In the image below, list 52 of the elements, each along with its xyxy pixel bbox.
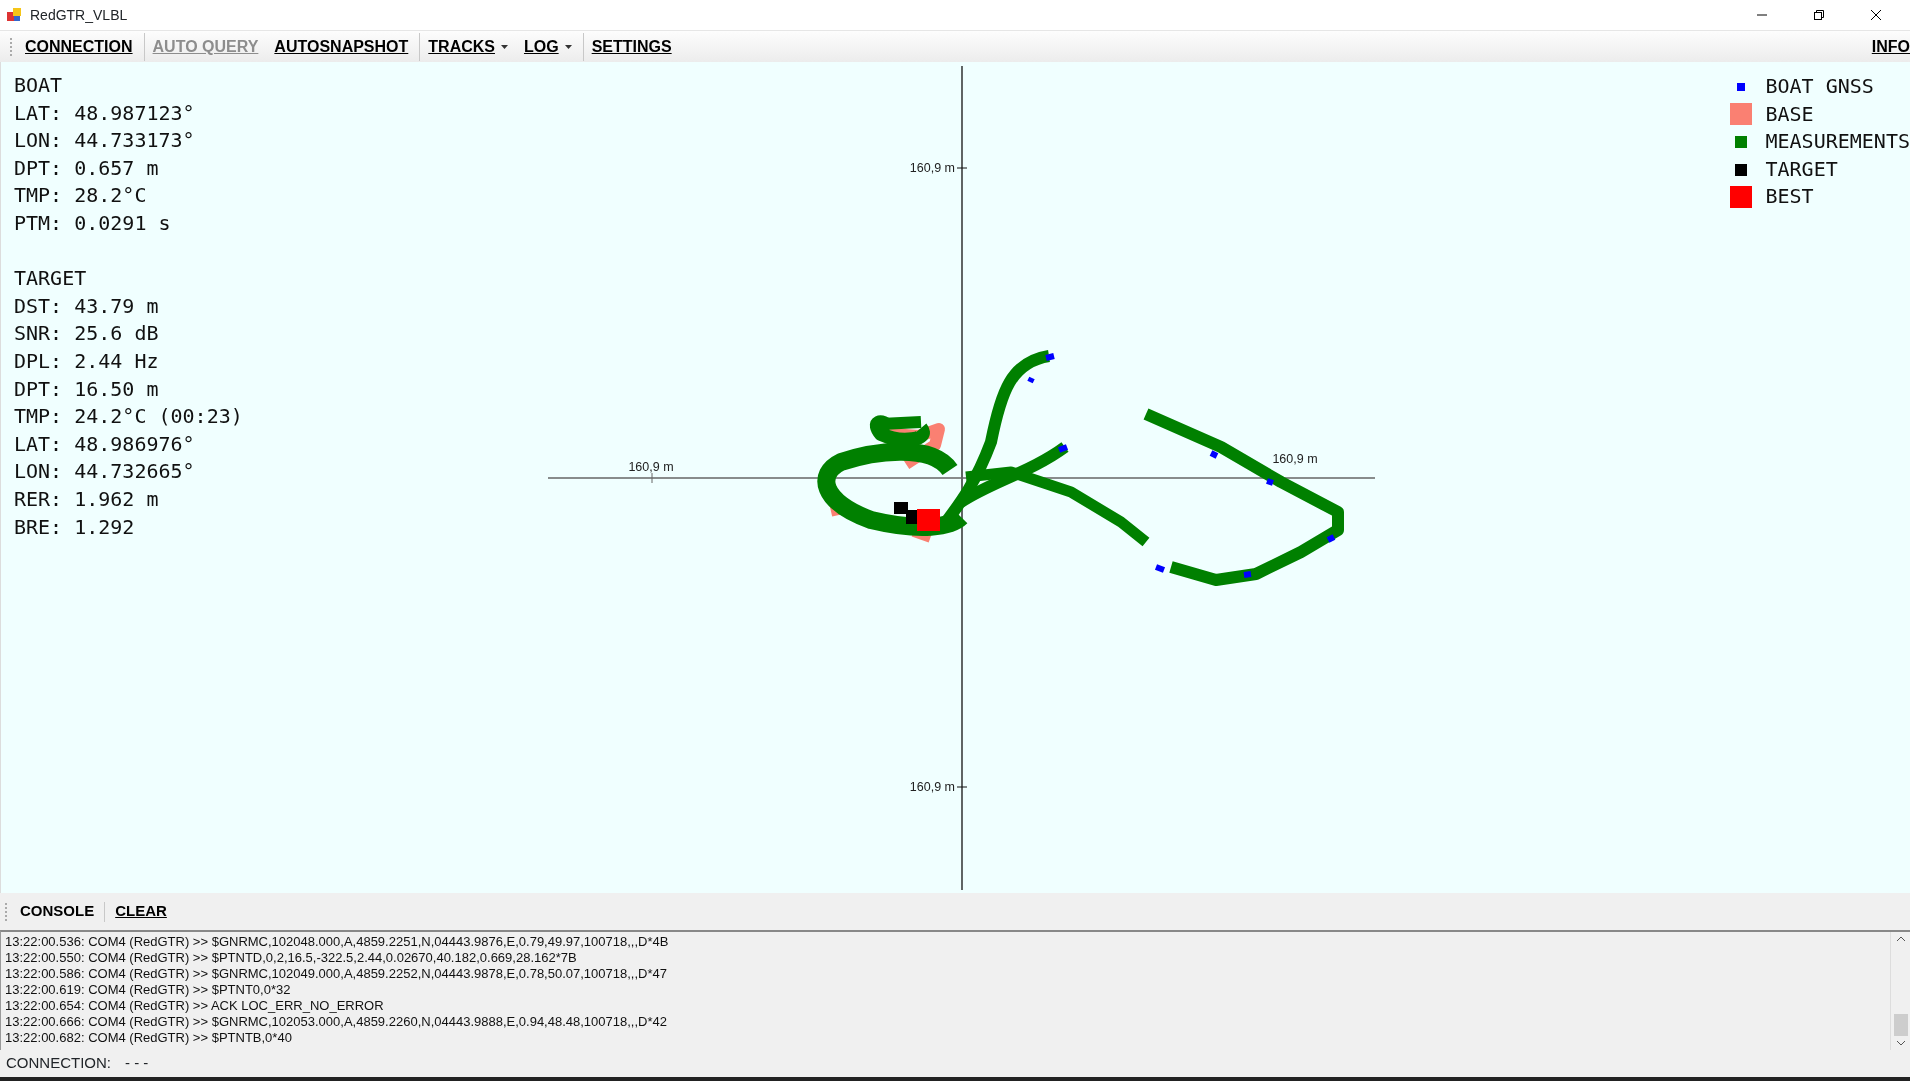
caret-icon [500,44,508,49]
info-line: SNR: 25.6 dB [14,320,160,348]
clear-button[interactable]: CLEAR [107,898,175,925]
menu-item[interactable]: SETTINGS [582,32,680,61]
info-line: TMP: 24.2°C (00:23) [14,403,243,431]
legend-label: BEST [1765,183,1814,211]
info-line: LAT: 48.986976° [14,430,196,458]
menu-item[interactable]: CONNECTION [17,32,141,61]
console-line: 13:22:00.550: COM4 (RedGTR) >> $PTNTD,0,2,16.5,-322.5,2.44,0.02670,40.182,0.669,28.162*7B [5,950,578,966]
scroll-down-icon[interactable] [1895,1040,1906,1046]
info-line: RER: 1.962 m [14,485,160,513]
info-line: LON: 44.732665° [14,458,196,486]
info-line: DPL: 2.44 Hz [14,347,160,375]
status-value: - - - [125,1053,149,1074]
menu-item[interactable]: TRACKS [419,32,516,61]
legend-label: TARGET [1765,155,1838,183]
console-label: CONSOLE [19,901,96,922]
legend-label: MEASUREMENTS [1765,128,1910,156]
best-point-marker [917,509,940,531]
menu-item[interactable]: AUTOSNAPSHOT [266,32,417,61]
axis-label: 160,9 m [1272,452,1318,466]
section-title: TARGET [14,265,88,293]
info-line: DPT: 16.50 m [14,375,160,403]
info-line: PTM: 0.0291 s [14,209,172,237]
scroll-up-icon[interactable] [1895,936,1906,942]
section-title: BOAT [14,72,64,99]
status-label: CONNECTION: [6,1053,111,1074]
console-line: 13:22:00.666: COM4 (RedGTR) >> $GNRMC,102053.000,A,4859.2260,N,04443.9888,E,0.94,48.48,100718,,,D*42 [5,1014,668,1030]
legend-label: BASE [1765,100,1814,128]
menu-item[interactable]: INFO [1863,32,1910,61]
console-line: 13:22:00.682: COM4 (RedGTR) >> $PTNTB,0*40 [5,1030,293,1046]
info-line: TMP: 28.2°C [14,182,148,210]
info-line: LAT: 48.987123° [14,99,196,127]
menu-item[interactable]: LOG [515,32,580,61]
console-line: 13:22:00.619: COM4 (RedGTR) >> $PTNT0,0*32 [5,982,292,998]
console-line: 13:22:00.654: COM4 (RedGTR) >> ACK LOC_ERR_NO_ERROR [5,998,385,1014]
info-line: DPT: 0.657 m [14,154,160,182]
scrollbar-thumb[interactable] [1893,1014,1908,1036]
legend-label: BOAT GNSS [1765,73,1874,100]
close-icon [1869,9,1882,21]
axis-label: 160,9 m [628,460,674,474]
console-line: 13:22:00.536: COM4 (RedGTR) >> $GNRMC,102048.000,A,4859.2251,N,04443.9876,E,0.79,49.97,100718,,,D*4B [5,934,670,950]
info-line: BRE: 1.292 [14,513,136,541]
axis-label: 160,9 m [909,161,955,175]
axis-label: 160,9 m [909,780,955,794]
app-icon [6,7,22,23]
info-line: DST: 43.79 m [14,292,160,320]
window-title: RedGTR_VLBL [30,5,128,25]
restore-icon [1812,9,1825,21]
console-line: 13:22:00.586: COM4 (RedGTR) >> $GNRMC,102049.000,A,4859.2252,N,04443.9878,E,0.78,50.07,100718,,,D*47 [5,966,668,982]
info-line: LON: 44.733173° [14,127,196,155]
caret-icon [564,44,572,49]
